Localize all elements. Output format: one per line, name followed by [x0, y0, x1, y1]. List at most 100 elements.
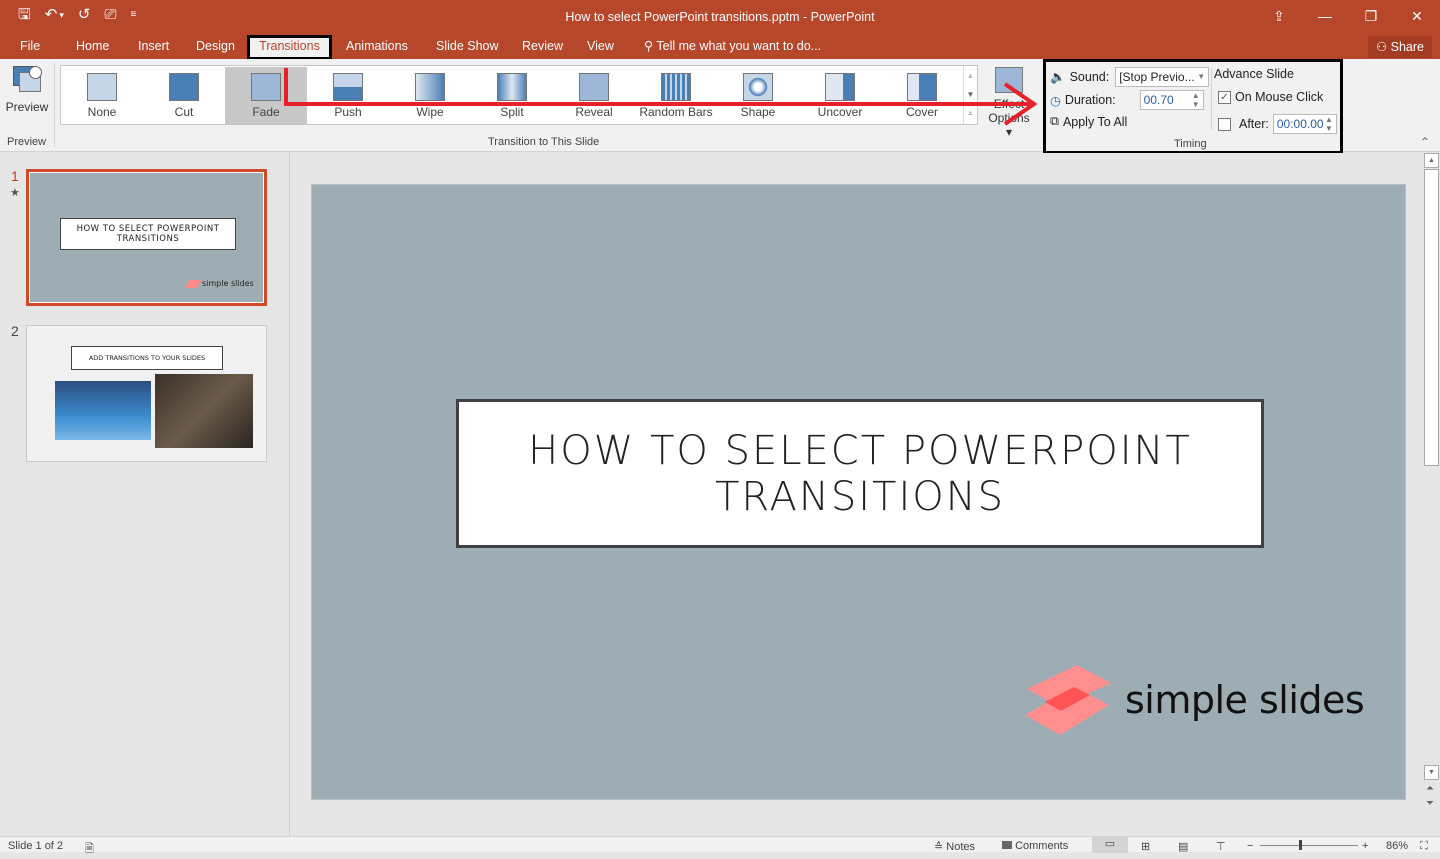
cut-icon	[169, 73, 199, 101]
notes-label: Notes	[946, 841, 976, 853]
reading-view-icon[interactable]: ▤	[1178, 840, 1188, 853]
thumb-title: HOW TO SELECT POWERPOINT TRANSITIONS	[60, 218, 236, 250]
fit-to-window-icon[interactable]: ⛶	[1420, 840, 1428, 853]
vertical-scrollbar[interactable]: ▲ ▼ ⏶ ⏷	[1423, 153, 1440, 836]
transition-cover[interactable]: Cover	[881, 67, 963, 124]
lightbulb-icon: ⚲	[644, 39, 654, 53]
slide-title-box[interactable]: HOW TO SELECT POWERPOINT TRANSITIONS	[456, 399, 1264, 548]
reveal-icon	[579, 73, 609, 101]
tab-animations[interactable]: Animations	[338, 36, 416, 59]
thumb-image-minions	[55, 381, 151, 440]
duration-value: 00.70	[1143, 93, 1174, 107]
slide-thumbnail-1[interactable]: HOW TO SELECT POWERPOINT TRANSITIONS sim…	[26, 169, 267, 306]
sound-dropdown[interactable]: [Stop Previo... ▼	[1115, 67, 1210, 87]
share-button[interactable]: ⚇ Share	[1367, 36, 1432, 58]
on-mouse-click-label: On Mouse Click	[1235, 90, 1324, 104]
zoom-in-icon[interactable]: +	[1362, 840, 1368, 852]
collapse-ribbon-icon[interactable]: ⌃	[1420, 135, 1430, 149]
next-slide-icon[interactable]: ⏷	[1426, 798, 1434, 809]
previous-slide-icon[interactable]: ⏶	[1426, 783, 1434, 794]
sound-label: Sound:	[1069, 70, 1110, 84]
transition-wipe[interactable]: Wipe	[389, 67, 471, 124]
after-checkbox[interactable]	[1218, 117, 1231, 131]
tab-design[interactable]: Design	[188, 36, 243, 59]
slideshow-view-icon[interactable]: ⊤	[1216, 840, 1226, 853]
gallery-up-arrow[interactable]: ▲	[964, 66, 977, 85]
apply-to-all-button[interactable]: ⧉ Apply To All	[1050, 114, 1127, 129]
notes-button[interactable]: ≙ Notes	[934, 840, 975, 853]
preview-label: Preview	[5, 100, 49, 114]
preview-button[interactable]: Preview	[4, 64, 50, 114]
transition-shape[interactable]: Shape	[717, 67, 799, 124]
comments-button[interactable]: Comments	[1002, 840, 1068, 852]
duration-field[interactable]: 00.70 ▲ ▼	[1139, 90, 1204, 110]
tab-review[interactable]: Review	[514, 36, 571, 59]
transition-reveal[interactable]: Reveal	[553, 67, 635, 124]
notes-icon: ≙	[934, 841, 944, 853]
zoom-slider[interactable]	[1260, 845, 1358, 846]
effect-options-label: Effect Options	[988, 97, 1030, 125]
duration-spinner[interactable]: ▲ ▼	[1192, 91, 1200, 109]
on-mouse-click-row[interactable]: ✓ On Mouse Click	[1218, 90, 1323, 104]
timing-group-label: Timing	[1174, 138, 1207, 150]
gallery-down-arrow[interactable]: ▼	[964, 85, 977, 104]
scroll-down-button[interactable]: ▼	[1424, 765, 1439, 780]
transition-cut[interactable]: Cut	[143, 67, 225, 124]
timing-divider	[1211, 68, 1212, 130]
close-icon[interactable]: ✕	[1394, 0, 1440, 32]
title-bar: 🖫 ↶ ▾ ↺ ⎚ ≡ How to select PowerPoint tra…	[0, 0, 1440, 36]
apply-all-icon: ⧉	[1050, 114, 1059, 128]
zoom-out-icon[interactable]: −	[1247, 840, 1253, 852]
person-icon: ⚇	[1375, 40, 1388, 54]
transition-fade[interactable]: Fade	[225, 67, 307, 124]
effect-options-button[interactable]: Effect Options ▾	[984, 67, 1034, 139]
transition-gallery: None Cut Fade Push Wipe Split Reveal Ran…	[60, 65, 978, 125]
transition-none[interactable]: None	[61, 67, 143, 124]
spell-check-icon[interactable]: 🗎	[85, 840, 94, 859]
gallery-more-arrow[interactable]: ⩡	[964, 104, 977, 123]
tab-transitions[interactable]: Transitions	[247, 35, 332, 60]
slide-sorter-icon[interactable]: ⊞	[1141, 840, 1150, 853]
tab-view[interactable]: View	[579, 36, 622, 59]
apply-all-label: Apply To All	[1062, 114, 1128, 129]
after-value: 00:00.00	[1276, 117, 1324, 131]
after-time-field[interactable]: 00:00.00 ▲ ▼	[1272, 114, 1337, 134]
tab-slide-show[interactable]: Slide Show	[428, 36, 507, 59]
ribbon-display-options-icon[interactable]: ⇪	[1256, 0, 1302, 32]
clock-icon: ◷	[1050, 93, 1061, 108]
transition-label: Uncover	[817, 105, 863, 119]
slide-thumbnail-2[interactable]: ADD TRANSITIONS TO YOUR SLIDES	[26, 325, 267, 462]
transition-label: Split	[500, 105, 524, 119]
cover-icon	[907, 73, 937, 101]
logo-text: simple slides	[1125, 678, 1365, 722]
scrollbar-thumb[interactable]	[1424, 169, 1439, 466]
logo-mark-icon	[184, 279, 202, 288]
tab-insert[interactable]: Insert	[130, 36, 177, 59]
none-icon	[87, 73, 117, 101]
on-mouse-click-checkbox[interactable]: ✓	[1218, 90, 1231, 104]
thumb-title: ADD TRANSITIONS TO YOUR SLIDES	[71, 346, 223, 370]
tell-me-box[interactable]: ⚲ Tell me what you want to do...	[636, 36, 829, 59]
transition-uncover[interactable]: Uncover	[799, 67, 881, 124]
share-label: Share	[1390, 40, 1424, 54]
normal-view-icon[interactable]: ▭	[1092, 837, 1128, 853]
transition-push[interactable]: Push	[307, 67, 389, 124]
restore-icon[interactable]: ❐	[1348, 0, 1394, 32]
transition-split[interactable]: Split	[471, 67, 553, 124]
tab-file[interactable]: File	[12, 36, 48, 59]
transition-star-icon: ★	[10, 187, 20, 199]
minimize-icon[interactable]: —	[1302, 0, 1348, 32]
duration-label: Duration:	[1064, 93, 1116, 107]
zoom-slider-thumb[interactable]	[1299, 840, 1302, 850]
transition-random-bars[interactable]: Random Bars	[635, 67, 717, 124]
sound-value: [Stop Previo...	[1119, 70, 1195, 84]
scroll-up-button[interactable]: ▲	[1424, 153, 1439, 168]
tab-home[interactable]: Home	[68, 36, 117, 59]
preview-icon	[11, 64, 43, 96]
zoom-level[interactable]: 86%	[1386, 840, 1408, 852]
after-spinner[interactable]: ▲ ▼	[1325, 115, 1333, 133]
current-slide[interactable]: HOW TO SELECT POWERPOINT TRANSITIONS sim…	[311, 184, 1406, 800]
ribbon-tabs: File Home Insert Design Transitions Anim…	[0, 35, 1440, 60]
gallery-scroll[interactable]: ▲ ▼ ⩡	[963, 66, 977, 124]
chevron-down-icon: ▼	[1197, 72, 1206, 81]
